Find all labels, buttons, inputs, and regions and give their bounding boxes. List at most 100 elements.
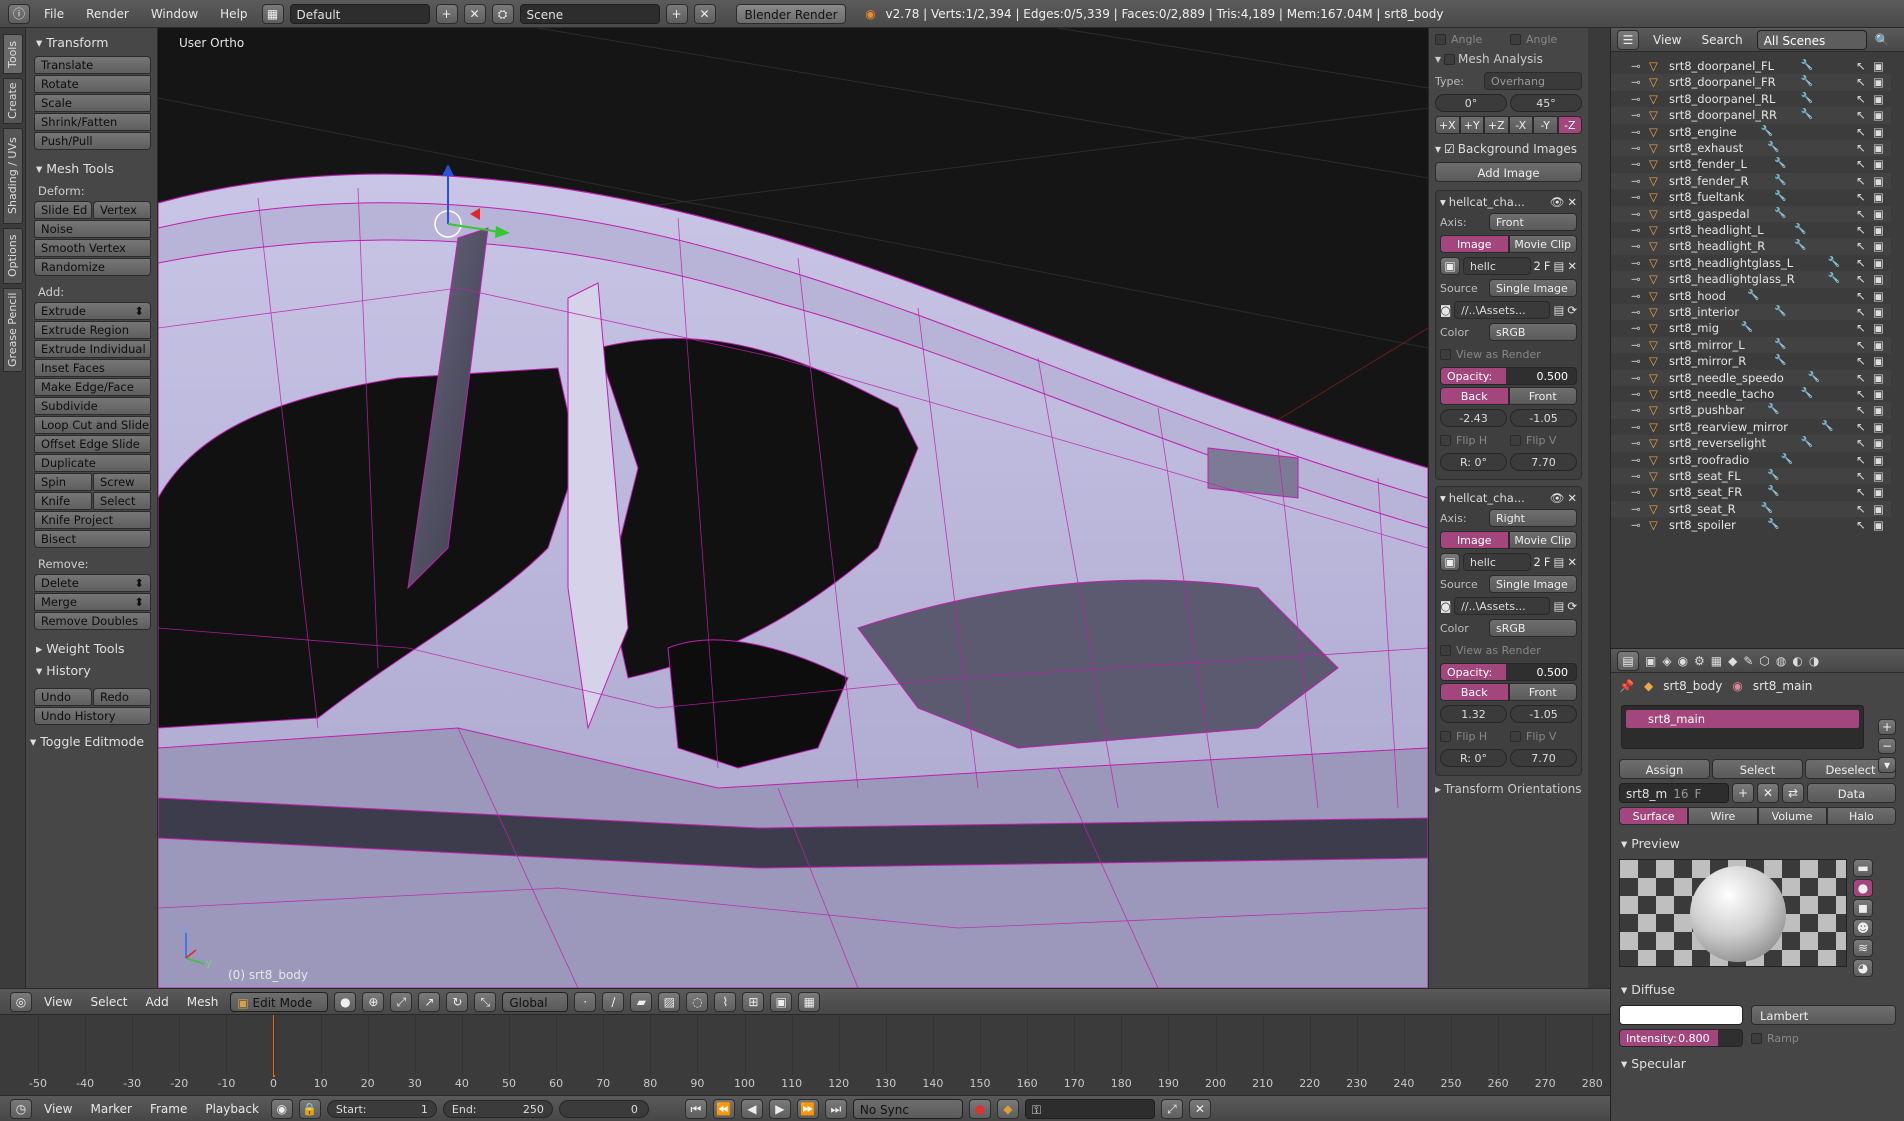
- tree-connector-icon[interactable]: ⊸: [1631, 189, 1641, 205]
- outliner-row[interactable]: ⊸ ▽ srt8_mig 🔧 ↖ ▣: [1611, 320, 1891, 336]
- close-icon[interactable]: ✕: [1567, 491, 1577, 505]
- outliner-item-label[interactable]: srt8_headlightglass_R: [1669, 271, 1795, 287]
- selectable-cursor-icon[interactable]: ↖: [1856, 517, 1866, 533]
- menu-view[interactable]: View: [38, 995, 78, 1009]
- bg-image-1-source-select[interactable]: Single Image: [1489, 279, 1577, 297]
- outliner-row[interactable]: ⊸ ▽ srt8_seat_FR 🔧 ↖ ▣: [1611, 484, 1891, 500]
- preview-cube-icon[interactable]: ◼: [1853, 899, 1873, 917]
- modifier-wrench-icon[interactable]: 🔧: [1801, 386, 1813, 402]
- bg-image-2-rotation-field[interactable]: R: 0°: [1440, 749, 1507, 767]
- axis-pos-x[interactable]: +X: [1435, 116, 1460, 134]
- render-toggle-icon[interactable]: ▣: [1873, 271, 1884, 287]
- modifier-wrench-icon[interactable]: 🔧: [1821, 419, 1833, 435]
- bg-image-2-source-select[interactable]: Single Image: [1489, 575, 1577, 593]
- next-keyframe-icon[interactable]: ⏩: [796, 1098, 819, 1119]
- tree-connector-icon[interactable]: ⊸: [1631, 156, 1641, 172]
- material-link-select[interactable]: Data: [1807, 783, 1896, 803]
- render-toggle-icon[interactable]: ▣: [1873, 353, 1884, 369]
- selectable-cursor-icon[interactable]: ↖: [1856, 222, 1866, 238]
- view-as-render-checkbox[interactable]: [1440, 348, 1451, 360]
- modifier-wrench-icon[interactable]: 🔧: [1781, 452, 1793, 468]
- tree-connector-icon[interactable]: ⊸: [1631, 74, 1641, 90]
- tree-connector-icon[interactable]: ⊸: [1631, 91, 1641, 107]
- collapse-arrow-icon[interactable]: ▾: [1440, 491, 1446, 505]
- outliner-row[interactable]: ⊸ ▽ srt8_doorpanel_RL 🔧 ↖ ▣: [1611, 91, 1891, 107]
- outliner-item-label[interactable]: srt8_pushbar: [1669, 402, 1744, 418]
- smooth-vertex-button[interactable]: Smooth Vertex: [34, 239, 151, 257]
- collapse-arrow-icon[interactable]: ▾: [1440, 195, 1446, 209]
- outliner-item-label[interactable]: srt8_headlight_R: [1669, 238, 1765, 254]
- outliner-item-label[interactable]: srt8_reverselight: [1669, 435, 1766, 451]
- bg-image-1-x-field[interactable]: -2.43: [1440, 409, 1507, 427]
- diffuse-shader-select[interactable]: Lambert: [1751, 1005, 1896, 1025]
- render-toggle-icon[interactable]: ▣: [1873, 337, 1884, 353]
- bisect-button[interactable]: Bisect: [34, 530, 151, 548]
- tl-menu-view[interactable]: View: [38, 1102, 78, 1116]
- tree-connector-icon[interactable]: ⊸: [1631, 452, 1641, 468]
- edge-select-mode-icon[interactable]: ∕: [602, 991, 625, 1012]
- render-toggle-icon[interactable]: ▣: [1873, 435, 1884, 451]
- modifier-wrench-icon[interactable]: 🔧: [1774, 337, 1786, 353]
- outliner-row[interactable]: ⊸ ▽ srt8_gaspedal 🔧 ↖ ▣: [1611, 205, 1891, 222]
- reload-icon[interactable]: ⟳: [1567, 303, 1577, 317]
- transform-panel-header[interactable]: ▾ Transform: [32, 32, 151, 54]
- render-toggle-icon[interactable]: ▣: [1873, 386, 1884, 402]
- view-as-render-checkbox[interactable]: [1440, 644, 1451, 656]
- outliner-item-label[interactable]: srt8_mig: [1669, 320, 1719, 336]
- properties-editor-icon[interactable]: ▤: [1617, 650, 1639, 671]
- snap-icon[interactable]: ⌇: [714, 991, 737, 1012]
- selectable-cursor-icon[interactable]: ↖: [1856, 304, 1866, 320]
- outliner-row[interactable]: ⊸ ▽ srt8_roofradio 🔧 ↖ ▣: [1611, 452, 1891, 468]
- tree-connector-icon[interactable]: ⊸: [1631, 468, 1641, 484]
- selectable-cursor-icon[interactable]: ↖: [1856, 124, 1866, 140]
- tree-connector-icon[interactable]: ⊸: [1631, 206, 1641, 222]
- selectable-cursor-icon[interactable]: ↖: [1856, 468, 1866, 484]
- outliner-search-menu[interactable]: Search: [1695, 33, 1748, 47]
- axis-neg-y[interactable]: -Y: [1533, 116, 1558, 134]
- render-toggle-icon[interactable]: ▣: [1873, 501, 1884, 517]
- scene-field[interactable]: Scene: [519, 3, 660, 24]
- render-toggle-icon[interactable]: ▣: [1873, 288, 1884, 304]
- bg-image-2-color-select[interactable]: sRGB: [1489, 619, 1577, 637]
- render-toggle-icon[interactable]: ▣: [1873, 206, 1884, 222]
- bg-image-2-axis-select[interactable]: Right: [1489, 509, 1577, 527]
- material-slot-item[interactable]: srt8_main: [1626, 710, 1859, 728]
- face-select-mode-icon[interactable]: ▰: [630, 991, 653, 1012]
- outliner-row[interactable]: ⊸ ▽ srt8_fender_L 🔧 ↖ ▣: [1611, 156, 1891, 172]
- bg-image-2-fake-user[interactable]: F: [1544, 555, 1551, 569]
- bg-image-1-file[interactable]: hellc: [1463, 257, 1531, 275]
- render-toggle-icon[interactable]: ▣: [1873, 484, 1884, 500]
- image-tab[interactable]: Image: [1440, 235, 1509, 253]
- noise-button[interactable]: Noise: [34, 220, 151, 238]
- modifier-wrench-icon[interactable]: 🔧: [1801, 91, 1813, 107]
- angle-min-field[interactable]: 0°: [1435, 94, 1507, 112]
- outliner-item-label[interactable]: srt8_seat_FL: [1669, 468, 1741, 484]
- mesh-tools-panel-header[interactable]: ▾ Mesh Tools: [32, 158, 151, 180]
- menu-add[interactable]: Add: [140, 995, 175, 1009]
- extrude-individual-button[interactable]: Extrude Individual: [34, 340, 151, 358]
- modifier-wrench-icon[interactable]: 🔧: [1761, 124, 1773, 140]
- toggle-editmode-panel-header[interactable]: ▾ Toggle Editmode: [26, 731, 151, 753]
- outliner-row[interactable]: ⊸ ▽ srt8_headlight_L 🔧 ↖ ▣: [1611, 222, 1891, 238]
- transform-orientations-header[interactable]: ▸ Transform Orientations: [1435, 782, 1582, 796]
- front-toggle[interactable]: Front: [1508, 683, 1577, 701]
- slide-edge-button[interactable]: Slide Ed: [34, 201, 92, 219]
- bg-image-2-path[interactable]: //..\Assets...: [1454, 597, 1551, 615]
- outliner-item-label[interactable]: srt8_exhaust: [1669, 140, 1743, 156]
- modifier-wrench-icon[interactable]: 🔧: [1774, 156, 1786, 172]
- lock-icon[interactable]: 🔒: [298, 1098, 321, 1119]
- axis-pos-y[interactable]: +Y: [1459, 116, 1484, 134]
- tree-connector-icon[interactable]: ⊸: [1631, 58, 1641, 74]
- screw-button[interactable]: Screw: [93, 473, 151, 491]
- back-toggle[interactable]: Back: [1440, 683, 1509, 701]
- vertex-select-mode-icon[interactable]: ⋅: [574, 991, 597, 1012]
- link-icon[interactable]: ⇄: [1782, 783, 1804, 803]
- duplicate-button[interactable]: Duplicate: [34, 454, 151, 472]
- analysis-type-select[interactable]: Overhang: [1484, 72, 1582, 90]
- occlude-geometry-icon[interactable]: ▨: [658, 991, 681, 1012]
- angle-checkbox-2[interactable]: [1510, 33, 1521, 45]
- render-toggle-icon[interactable]: ▣: [1873, 140, 1884, 156]
- timeline-editor-icon[interactable]: ◷: [10, 1098, 32, 1119]
- render-toggle-icon[interactable]: ▣: [1873, 320, 1884, 336]
- outliner-row[interactable]: ⊸ ▽ srt8_seat_FL 🔧 ↖ ▣: [1611, 468, 1891, 485]
